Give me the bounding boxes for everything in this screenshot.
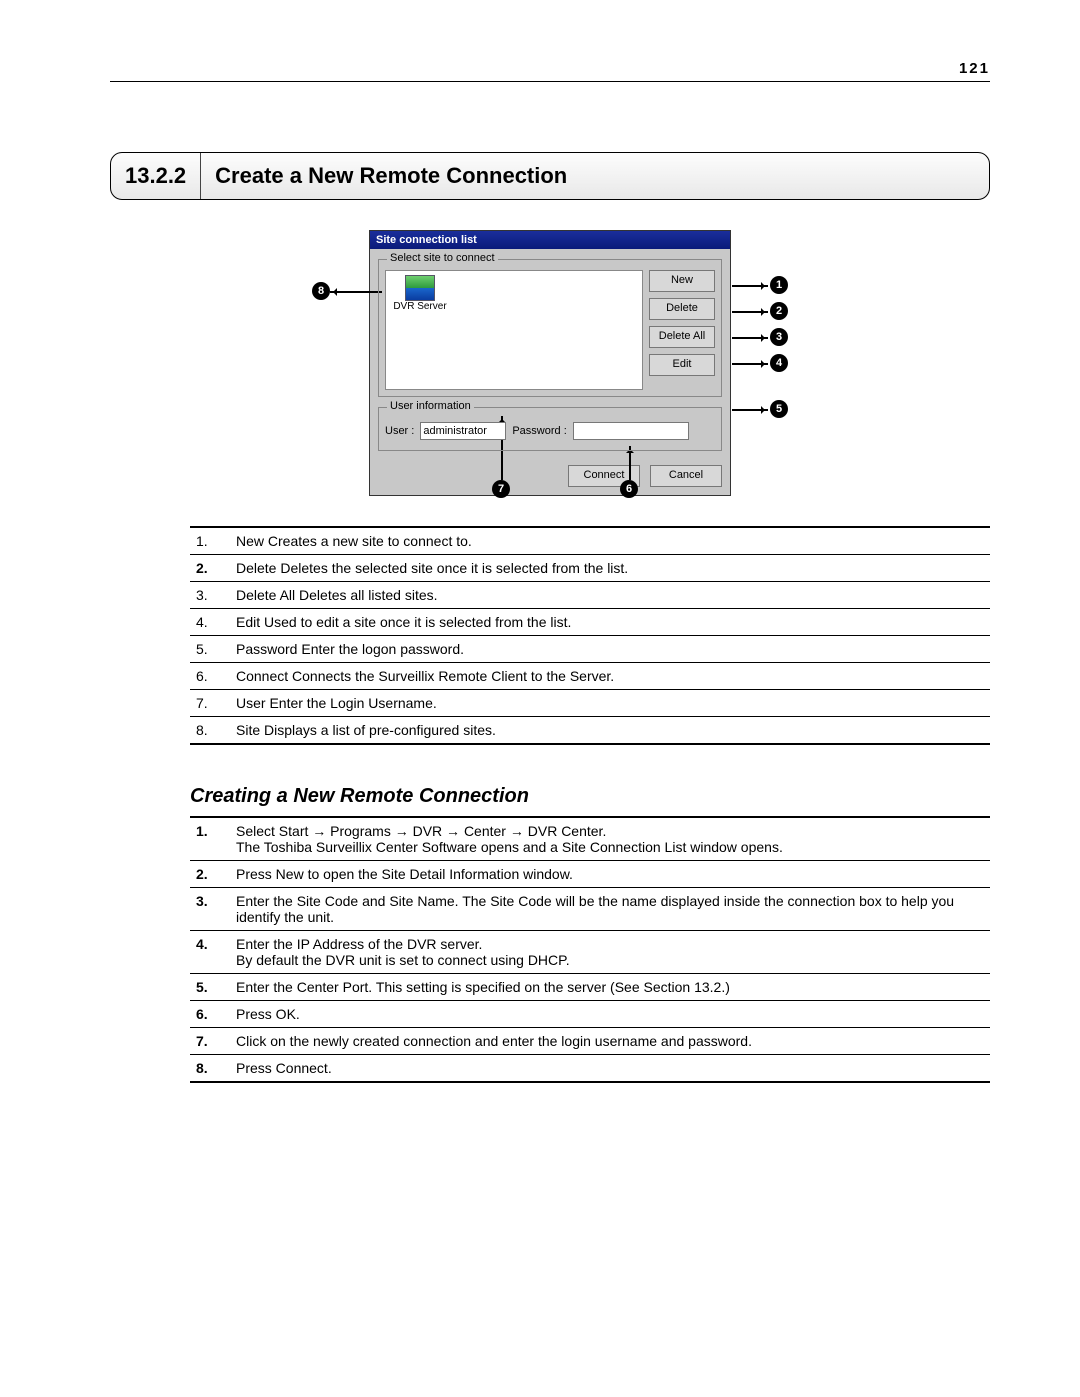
- legend-row: 3.Delete All Deletes all listed sites.: [190, 582, 990, 609]
- user-label: User :: [385, 425, 414, 437]
- callout-1: 1: [770, 276, 788, 294]
- group-label: User information: [387, 400, 474, 412]
- page-number: 121: [110, 60, 990, 77]
- step-text: Enter the Site Code and Site Name. The S…: [230, 888, 990, 931]
- step-text: Click on the newly created connection an…: [230, 1028, 990, 1055]
- legend-num: 6.: [190, 663, 230, 690]
- password-label: Password :: [512, 425, 566, 437]
- legend-text: New Creates a new site to connect to.: [230, 527, 990, 555]
- step-num: 4.: [190, 931, 230, 974]
- legend-num: 7.: [190, 690, 230, 717]
- step-row: 5.Enter the Center Port. This setting is…: [190, 974, 990, 1001]
- legend-num: 3.: [190, 582, 230, 609]
- callout-5: 5: [770, 400, 788, 418]
- site-connection-dialog: Site connection list Select site to conn…: [369, 230, 731, 496]
- legend-text: Password Enter the logon password.: [230, 636, 990, 663]
- legend-row: 4.Edit Used to edit a site once it is se…: [190, 609, 990, 636]
- arrow: [732, 337, 768, 339]
- legend-row: 7.User Enter the Login Username.: [190, 690, 990, 717]
- section-number: 13.2.2: [111, 153, 201, 199]
- step-text: Enter the IP Address of the DVR server. …: [230, 931, 990, 974]
- delete-button[interactable]: Delete: [649, 298, 715, 320]
- step-num: 1.: [190, 817, 230, 861]
- new-button[interactable]: New: [649, 270, 715, 292]
- legend-row: 2.Delete Deletes the selected site once …: [190, 555, 990, 582]
- user-info-group: User information User : Password :: [378, 407, 722, 451]
- step-num: 6.: [190, 1001, 230, 1028]
- step-num: 7.: [190, 1028, 230, 1055]
- site-list[interactable]: DVR Server: [385, 270, 643, 390]
- step-row: 1.Select Start → Programs → DVR → Center…: [190, 817, 990, 861]
- section-title: Create a New Remote Connection: [201, 153, 581, 199]
- legend-row: 1.New Creates a new site to connect to.: [190, 527, 990, 555]
- step-num: 3.: [190, 888, 230, 931]
- subheading: Creating a New Remote Connection: [190, 785, 990, 808]
- user-input[interactable]: [420, 422, 506, 440]
- legend-text: User Enter the Login Username.: [230, 690, 990, 717]
- dialog-titlebar: Site connection list: [370, 231, 730, 249]
- callout-7: 7: [492, 480, 510, 498]
- step-row: 6.Press OK.: [190, 1001, 990, 1028]
- arrow: [732, 311, 768, 313]
- step-num: 8.: [190, 1055, 230, 1083]
- password-input[interactable]: [573, 422, 689, 440]
- arrow: [629, 446, 631, 480]
- callout-6: 6: [620, 480, 638, 498]
- step-num: 5.: [190, 974, 230, 1001]
- legend-text: Delete All Deletes all listed sites.: [230, 582, 990, 609]
- arrow: [732, 363, 768, 365]
- step-row: 8.Press Connect.: [190, 1055, 990, 1083]
- group-label: Select site to connect: [387, 252, 498, 264]
- select-site-group: Select site to connect DVR Server New De…: [378, 259, 722, 397]
- steps-table: 1.Select Start → Programs → DVR → Center…: [190, 816, 990, 1083]
- site-item-label: DVR Server: [393, 301, 446, 312]
- legend-text: Connect Connects the Surveillix Remote C…: [230, 663, 990, 690]
- legend-table: 1.New Creates a new site to connect to.2…: [190, 526, 990, 745]
- step-row: 7.Click on the newly created connection …: [190, 1028, 990, 1055]
- site-list-item[interactable]: DVR Server: [390, 275, 450, 312]
- callout-3: 3: [770, 328, 788, 346]
- callout-8: 8: [312, 282, 330, 300]
- arrow: [732, 409, 768, 411]
- legend-num: 2.: [190, 555, 230, 582]
- legend-num: 8.: [190, 717, 230, 745]
- legend-row: 8.Site Displays a list of pre-configured…: [190, 717, 990, 745]
- step-text: Select Start → Programs → DVR → Center →…: [230, 817, 990, 861]
- legend-num: 5.: [190, 636, 230, 663]
- step-text: Enter the Center Port. This setting is s…: [230, 974, 990, 1001]
- legend-num: 1.: [190, 527, 230, 555]
- legend-row: 6.Connect Connects the Surveillix Remote…: [190, 663, 990, 690]
- legend-text: Site Displays a list of pre-configured s…: [230, 717, 990, 745]
- legend-text: Delete Deletes the selected site once it…: [230, 555, 990, 582]
- legend-text: Edit Used to edit a site once it is sele…: [230, 609, 990, 636]
- legend-row: 5.Password Enter the logon password.: [190, 636, 990, 663]
- header-rule: [110, 81, 990, 82]
- step-text: Press Connect.: [230, 1055, 990, 1083]
- step-text: Press New to open the Site Detail Inform…: [230, 861, 990, 888]
- section-header: 13.2.2 Create a New Remote Connection: [110, 152, 990, 200]
- step-row: 3.Enter the Site Code and Site Name. The…: [190, 888, 990, 931]
- server-icon: [405, 275, 435, 301]
- step-row: 4.Enter the IP Address of the DVR server…: [190, 931, 990, 974]
- step-num: 2.: [190, 861, 230, 888]
- edit-button[interactable]: Edit: [649, 354, 715, 376]
- legend-num: 4.: [190, 609, 230, 636]
- delete-all-button[interactable]: Delete All: [649, 326, 715, 348]
- callout-2: 2: [770, 302, 788, 320]
- step-text: Press OK.: [230, 1001, 990, 1028]
- cancel-button[interactable]: Cancel: [650, 465, 722, 487]
- dialog-figure: 1 2 3 4 5 8 6 7 Site connection list Sel…: [300, 230, 800, 496]
- arrow: [732, 285, 768, 287]
- step-row: 2.Press New to open the Site Detail Info…: [190, 861, 990, 888]
- callout-4: 4: [770, 354, 788, 372]
- arrow: [330, 291, 382, 293]
